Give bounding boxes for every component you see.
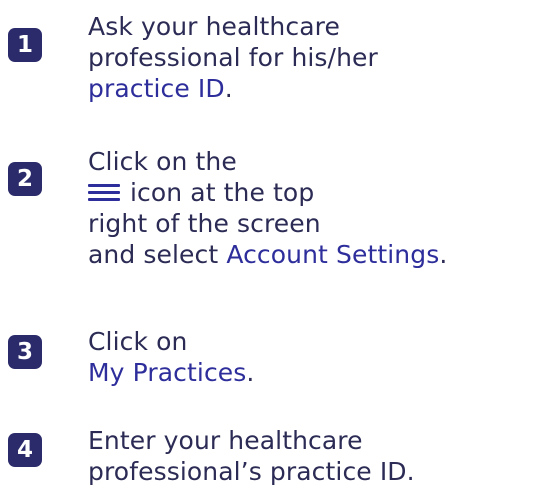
step-4-line-2: professional’s practice ID.	[88, 457, 415, 486]
step-1-line-2: professional for his/her	[88, 43, 378, 72]
step-number-badge-2: 2	[8, 162, 42, 196]
step-2-line-3: right of the screen	[88, 209, 321, 238]
step-number-badge-3: 3	[8, 335, 42, 369]
step-2-icon-text: icon at the top	[130, 178, 315, 207]
step-2-period: .	[439, 240, 448, 269]
step-number-badge-4: 4	[8, 433, 42, 467]
practice-id-highlight: practice ID	[88, 74, 225, 103]
step-2-line-4: and select Account Settings.	[88, 239, 447, 270]
step-1-line-1: Ask your healthcare	[88, 12, 340, 41]
step-1-line-3: practice ID.	[88, 73, 378, 104]
step-3-line-2: My Practices.	[88, 357, 254, 388]
step-3-line-1: Click on	[88, 327, 188, 356]
step-2-line-1: Click on the	[88, 147, 237, 176]
my-practices-highlight: My Practices	[88, 358, 247, 387]
step-4-line-1: Enter your healthcare	[88, 426, 363, 455]
step-2-line-2: icon at the top	[88, 177, 447, 208]
step-2-text: Click on the icon at the top right of th…	[88, 146, 447, 270]
hamburger-menu-icon	[88, 182, 120, 202]
step-number-1: 1	[16, 31, 33, 58]
step-number-2: 2	[16, 165, 33, 192]
step-number-4: 4	[16, 436, 33, 463]
step-number-3: 3	[16, 338, 33, 365]
step-2-line-4-prefix: and select	[88, 240, 227, 269]
step-4-text: Enter your healthcare professional’s pra…	[88, 425, 415, 487]
step-number-badge-1: 1	[8, 28, 42, 62]
account-settings-highlight: Account Settings	[226, 240, 440, 269]
step-3-text: Click on My Practices.	[88, 326, 254, 388]
step-1-period: .	[224, 74, 233, 103]
step-3-period: .	[246, 358, 255, 387]
step-1-text: Ask your healthcare professional for his…	[88, 11, 378, 104]
